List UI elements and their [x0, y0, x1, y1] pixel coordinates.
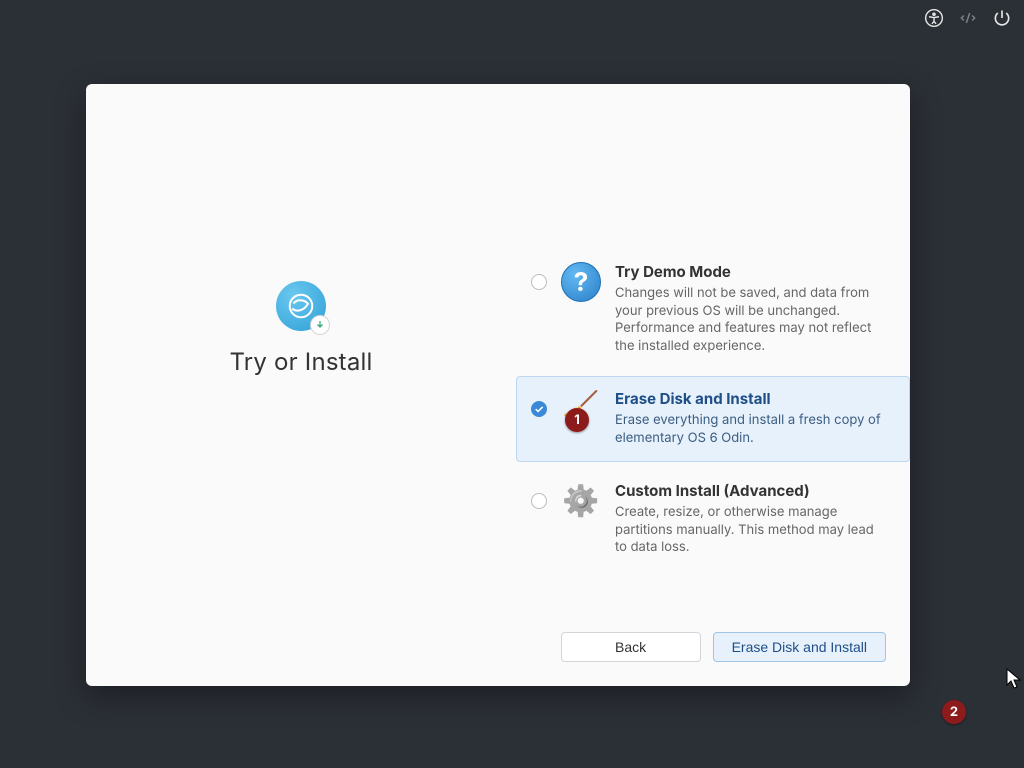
option-try-demo[interactable]: ? Try Demo Mode Changes will not be save…: [516, 249, 910, 370]
option-title: Try Demo Mode: [615, 262, 895, 281]
installer-window: Try or Install ? Try Demo Mode Changes w…: [86, 84, 910, 686]
radio-icon[interactable]: [531, 274, 547, 290]
option-custom-install[interactable]: ⚙️ Custom Install (Advanced) Create, res…: [516, 468, 910, 572]
page-title: Try or Install: [229, 347, 372, 376]
option-desc: Erase everything and install a fresh cop…: [615, 412, 895, 447]
option-title: Custom Install (Advanced): [615, 481, 895, 500]
power-icon[interactable]: [992, 8, 1012, 28]
footer-actions: Back Erase Disk and Install: [86, 632, 910, 686]
gears-icon: ⚙️: [561, 481, 601, 521]
erase-install-button[interactable]: Erase Disk and Install: [713, 632, 886, 662]
option-desc: Changes will not be saved, and data from…: [615, 285, 895, 355]
radio-icon[interactable]: [531, 493, 547, 509]
accessibility-icon[interactable]: [924, 8, 944, 28]
back-button[interactable]: Back: [561, 632, 701, 662]
network-disconnected-icon[interactable]: [958, 8, 978, 28]
annotation-badge-2: 2: [942, 700, 966, 724]
annotation-badge-1: 1: [565, 408, 589, 432]
radio-icon[interactable]: [531, 401, 547, 417]
distro-logo: [276, 281, 326, 331]
help-icon: ?: [561, 262, 601, 302]
download-badge-icon: [310, 315, 330, 335]
options-pane: ? Try Demo Mode Changes will not be save…: [516, 84, 910, 632]
option-title: Erase Disk and Install: [615, 389, 895, 408]
cursor-icon: [1006, 668, 1022, 690]
left-pane: Try or Install: [86, 84, 516, 632]
option-desc: Create, resize, or otherwise manage part…: [615, 504, 895, 557]
system-tray: [924, 8, 1012, 28]
